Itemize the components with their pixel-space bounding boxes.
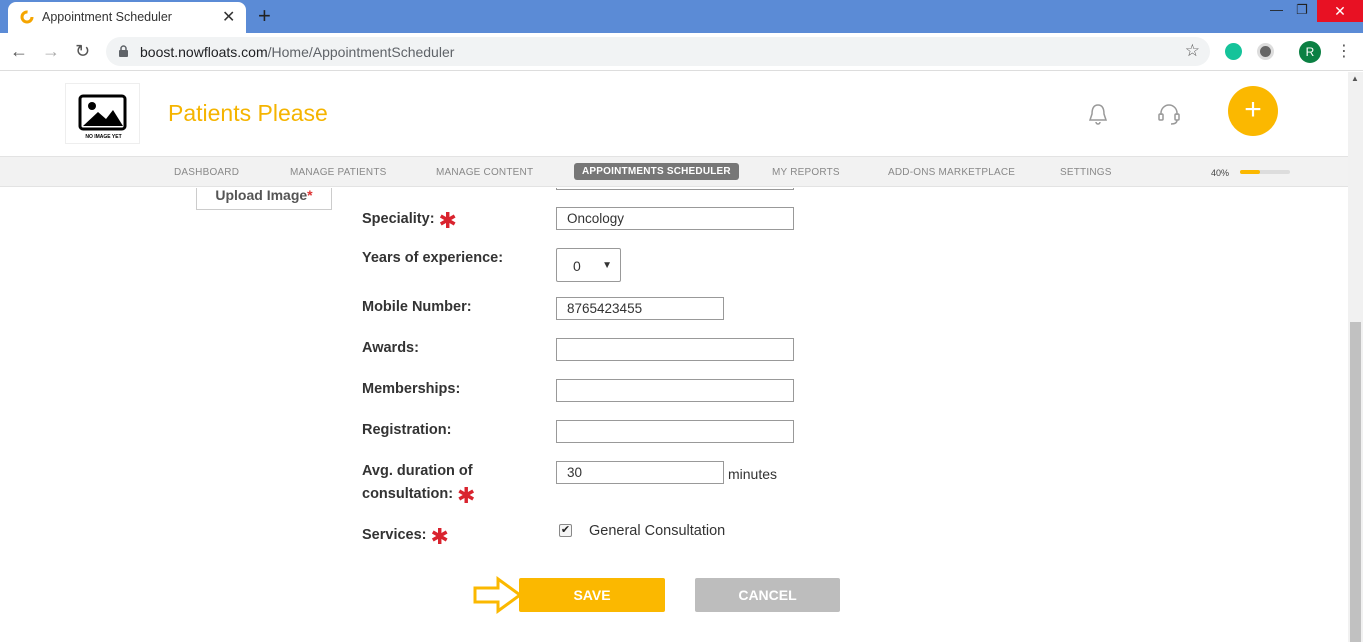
new-tab-icon[interactable]: + bbox=[258, 3, 271, 29]
speciality-label: Speciality: ✱ bbox=[362, 208, 457, 234]
notification-bell-icon[interactable] bbox=[1088, 102, 1108, 126]
nav-settings[interactable]: SETTINGS bbox=[1060, 167, 1112, 178]
logo-caption: NO IMAGE YET bbox=[85, 134, 122, 140]
pointer-arrow-icon bbox=[473, 576, 523, 614]
required-asterisk-icon: ✱ bbox=[430, 524, 449, 549]
upload-image-label: Upload Image bbox=[215, 188, 308, 203]
general-consultation-checkbox[interactable]: ✔ bbox=[559, 524, 572, 537]
duration-input[interactable]: 30 bbox=[556, 461, 724, 484]
reload-icon[interactable]: ↻ bbox=[75, 41, 90, 62]
nav-manage-patients[interactable]: MANAGE PATIENTS bbox=[290, 167, 387, 178]
grammarly-extension-icon[interactable] bbox=[1225, 43, 1242, 60]
nav-addons-marketplace[interactable]: ADD-ONS MARKETPLACE bbox=[888, 167, 1015, 178]
browser-tab[interactable]: Appointment Scheduler ✕ bbox=[8, 2, 246, 33]
url-host: boost.nowfloats.com bbox=[140, 44, 268, 60]
address-bar[interactable]: boost.nowfloats.com/Home/AppointmentSche… bbox=[106, 37, 1210, 66]
lock-icon bbox=[119, 45, 128, 57]
browser-tab-bar: Appointment Scheduler ✕ + — ❐ ✕ bbox=[0, 0, 1363, 33]
general-consultation-label: General Consultation bbox=[589, 523, 726, 539]
profile-progress-fill bbox=[1240, 170, 1260, 174]
previous-field-input[interactable] bbox=[556, 188, 794, 190]
required-mark: * bbox=[307, 188, 313, 203]
mobile-label: Mobile Number: bbox=[362, 299, 472, 315]
scroll-up-icon[interactable]: ▲ bbox=[1351, 74, 1359, 83]
restore-icon[interactable]: ❐ bbox=[1296, 2, 1308, 18]
window-close-icon[interactable]: ✕ bbox=[1317, 0, 1363, 22]
bookmark-star-icon[interactable]: ☆ bbox=[1185, 41, 1200, 61]
services-label-text: Services: bbox=[362, 527, 427, 543]
minimize-icon[interactable]: — bbox=[1270, 2, 1283, 17]
profile-progress-label: 40% bbox=[1211, 168, 1230, 178]
add-button[interactable]: + bbox=[1228, 86, 1278, 136]
url-text: boost.nowfloats.com/Home/AppointmentSche… bbox=[140, 44, 454, 60]
required-asterisk-icon: ✱ bbox=[438, 208, 457, 233]
business-logo[interactable]: NO IMAGE YET bbox=[65, 83, 140, 144]
speciality-label-text: Speciality: bbox=[362, 211, 435, 227]
url-path: /Home/AppointmentScheduler bbox=[267, 44, 455, 60]
forward-icon[interactable]: → bbox=[42, 41, 60, 62]
doctor-profile-form: Upload Image* Speciality: ✱ Oncology Year… bbox=[0, 188, 1348, 642]
brand-name[interactable]: Patients Please bbox=[168, 100, 328, 127]
image-placeholder-icon bbox=[78, 94, 127, 131]
tab-title: Appointment Scheduler bbox=[42, 10, 172, 24]
duration-label-line2: consultation: ✱ bbox=[362, 483, 475, 509]
duration-unit: minutes bbox=[728, 466, 778, 482]
experience-select[interactable]: 0 ▼ bbox=[556, 248, 621, 282]
services-label: Services: ✱ bbox=[362, 524, 449, 550]
extension-icon[interactable] bbox=[1257, 43, 1274, 60]
mobile-input[interactable]: 8765423455 bbox=[556, 297, 724, 320]
page-scrollbar[interactable]: ▲ bbox=[1348, 72, 1363, 642]
upload-image-button[interactable]: Upload Image* bbox=[196, 188, 332, 210]
tab-close-icon[interactable]: ✕ bbox=[222, 7, 235, 27]
memberships-label: Memberships: bbox=[362, 381, 461, 397]
site-favicon-icon bbox=[20, 10, 34, 24]
browser-toolbar: ← → ↻ boost.nowfloats.com/Home/Appointme… bbox=[0, 33, 1363, 71]
browser-menu-icon[interactable]: ⋮ bbox=[1336, 41, 1352, 61]
scrollbar-thumb[interactable] bbox=[1350, 322, 1361, 642]
back-icon[interactable]: ← bbox=[10, 41, 28, 62]
save-button[interactable]: SAVE bbox=[519, 578, 665, 612]
support-headset-icon[interactable] bbox=[1157, 102, 1181, 126]
dropdown-arrow-icon: ▼ bbox=[602, 260, 612, 271]
experience-value: 0 bbox=[573, 258, 581, 274]
speciality-input[interactable]: Oncology bbox=[556, 207, 794, 230]
profile-avatar[interactable]: R bbox=[1299, 41, 1321, 63]
duration-label-line2-text: consultation: bbox=[362, 486, 454, 502]
memberships-input[interactable] bbox=[556, 379, 794, 402]
profile-progress-bar bbox=[1240, 170, 1290, 174]
nav-manage-content[interactable]: MANAGE CONTENT bbox=[436, 167, 533, 178]
nav-appointments-scheduler[interactable]: APPOINTMENTS SCHEDULER bbox=[574, 163, 739, 180]
app-header: NO IMAGE YET Patients Please + bbox=[0, 72, 1348, 156]
main-nav: DASHBOARD MANAGE PATIENTS MANAGE CONTENT… bbox=[0, 156, 1348, 187]
cancel-button[interactable]: CANCEL bbox=[695, 578, 840, 612]
plus-icon: + bbox=[1244, 93, 1262, 126]
awards-input[interactable] bbox=[556, 338, 794, 361]
nav-my-reports[interactable]: MY REPORTS bbox=[772, 167, 840, 178]
awards-label: Awards: bbox=[362, 340, 419, 356]
registration-input[interactable] bbox=[556, 420, 794, 443]
experience-label: Years of experience: bbox=[362, 250, 504, 266]
nav-dashboard[interactable]: DASHBOARD bbox=[174, 167, 239, 178]
duration-label-line1: Avg. duration of bbox=[362, 463, 473, 479]
registration-label: Registration: bbox=[362, 422, 452, 438]
required-asterisk-icon: ✱ bbox=[457, 483, 476, 508]
